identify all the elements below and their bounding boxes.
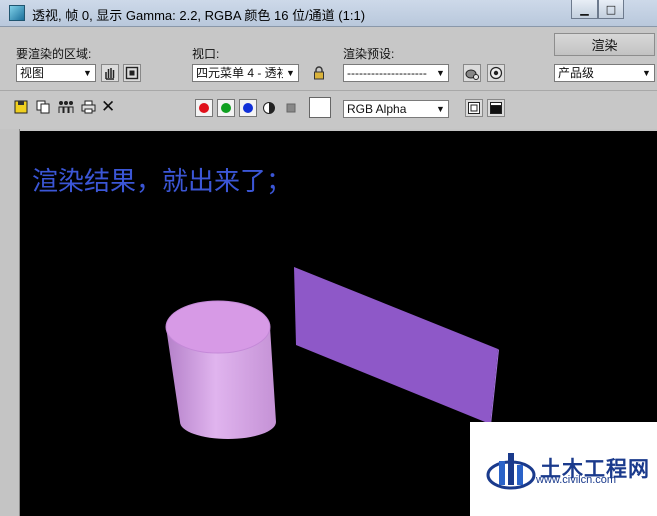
blue-channel-button[interactable] [239,99,257,117]
region-icon [125,66,139,80]
environment-button[interactable] [487,64,505,82]
toggle-ui-overlay-button[interactable] [465,99,483,117]
preset-dropdown[interactable]: -------------------- ▼ [343,64,449,82]
auto-region-button[interactable] [123,64,141,82]
render-button[interactable]: 渲染 [554,33,655,56]
channel-dropdown[interactable]: RGB Alpha ▼ [343,100,449,118]
frame-icon [468,102,480,114]
floppy-icon [14,100,28,114]
channel-value: RGB Alpha [347,102,407,116]
lock-viewport-button[interactable] [310,64,328,82]
area-dropdown[interactable]: 视图 ▼ [16,64,96,82]
preset-value: -------------------- [347,66,427,80]
civilcn-logo-icon [486,453,536,490]
quality-value: 产品级 [558,66,595,80]
copy-icon [36,100,50,114]
teapot-icon [465,69,479,80]
viewport-label: 视口: [192,47,220,61]
blue-channel-icon [243,103,253,113]
green-channel-button[interactable] [217,99,235,117]
app-icon [9,5,25,21]
minimize-button[interactable]: ▁ [571,0,598,19]
red-channel-icon [199,103,209,113]
preset-label: 渲染预设: [343,47,395,61]
render-setup-button[interactable] [463,64,481,82]
chevron-down-icon: ▼ [433,101,448,117]
people-icon [58,101,74,113]
hand-icon [105,68,115,80]
left-frame-strip [0,129,20,516]
cylinder-object [165,300,276,439]
print-button[interactable] [81,100,96,114]
window-title: 透视, 帧 0, 显示 Gamma: 2.2, RGBA 颜色 16 位/通道 … [32,8,366,23]
maximize-icon: □ [605,2,617,16]
panel-object [294,267,499,425]
clone-window-button[interactable] [58,100,74,114]
clear-button[interactable]: ✕ [101,97,115,117]
chevron-down-icon: ▼ [283,65,298,81]
area-label: 要渲染的区域: [16,47,92,61]
chevron-down-icon: ▼ [639,65,654,81]
sphere-icon [489,66,503,80]
area-value: 视图 [20,66,45,80]
green-channel-icon [221,103,231,113]
watermark-url: www.civilcn.com [536,474,617,486]
viewport-value: 四元菜单 4 - 透衫 [196,66,289,80]
display-mode-button[interactable] [487,99,505,117]
color-swatch[interactable] [309,97,331,118]
chevron-down-icon: ▼ [433,65,448,81]
render-caption: 渲染结果，就出来了； [32,167,293,197]
viewport-dropdown[interactable]: 四元菜单 4 - 透衫 ▼ [192,64,299,82]
red-channel-button[interactable] [195,99,213,117]
window-icon [490,102,502,114]
copy-image-button[interactable] [36,100,50,114]
maximize-button[interactable]: □ [598,0,624,19]
lock-icon [314,66,324,80]
toolbar-separator [0,90,657,91]
quality-dropdown[interactable]: 产品级 ▼ [554,64,655,82]
save-image-button[interactable] [14,100,28,114]
minimize-icon: ▁ [580,2,589,16]
contrast-icon [263,102,275,114]
chevron-down-icon: ▼ [80,65,95,81]
printer-icon [81,100,96,114]
monochrome-button[interactable] [284,101,298,115]
close-icon: ✕ [101,97,116,117]
edit-region-button[interactable] [101,64,119,82]
monochrome-icon [286,103,296,113]
alpha-channel-button[interactable] [262,101,276,115]
